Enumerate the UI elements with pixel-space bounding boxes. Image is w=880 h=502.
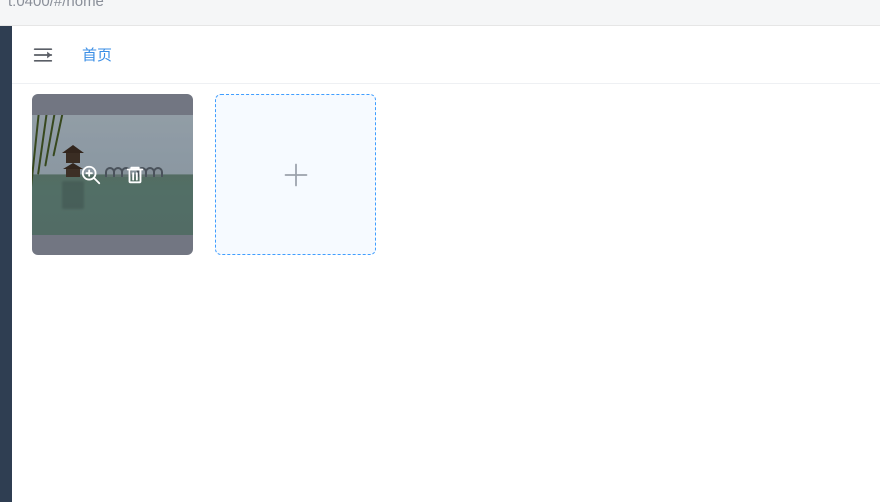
upload-thumbnail[interactable] [32,94,193,255]
plus-icon [282,161,310,189]
url-text: t:0400/#/home [8,0,104,9]
top-bar: 首页 [12,26,880,84]
upload-add-slot[interactable] [215,94,376,255]
browser-url-bar: t:0400/#/home [0,0,880,26]
trash-icon[interactable] [124,164,146,186]
main-area: 首页 [12,26,880,502]
fold-menu-icon[interactable] [32,44,54,66]
collapsed-sidebar[interactable] [0,26,12,502]
breadcrumb[interactable]: 首页 [82,44,112,65]
zoom-in-icon[interactable] [80,164,102,186]
upload-area [12,84,880,265]
app-shell: 首页 [0,26,880,502]
thumbnail-hover-overlay [32,94,193,255]
